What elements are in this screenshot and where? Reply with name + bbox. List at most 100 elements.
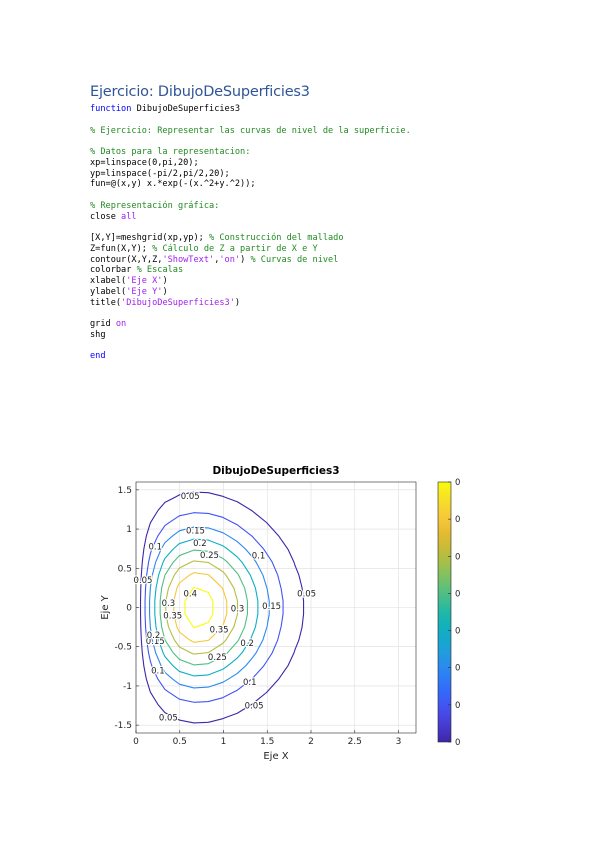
code-line: [X,Y]=meshgrid(xp,yp); % Construcción de… xyxy=(90,233,344,243)
x-axis-label: Eje X xyxy=(263,751,288,762)
code-token: on xyxy=(115,319,127,329)
code-token: 'Eje X' xyxy=(126,276,163,286)
code-line: close all xyxy=(90,212,137,222)
code-token: 'ShowText' xyxy=(162,254,215,265)
x-tick-label: 3 xyxy=(396,737,402,747)
code-token: grid xyxy=(90,319,116,329)
x-tick-label: 1.5 xyxy=(260,737,274,747)
y-axis-ticks: 1.5 1 0.5 0 -0.5 -1 -1.5 xyxy=(114,486,139,731)
contour-figure: 0.05 0.05 0.05 0.05 0.05 0.1 0.1 0.1 0.1 0.15 0.15… xyxy=(96,460,460,776)
x-tick-label: 1 xyxy=(221,737,227,747)
code-token: % Datos para la representacion: xyxy=(90,147,251,157)
code-line: Z=fun(X,Y); % Cálculo de Z a partir de X… xyxy=(90,244,318,254)
code-token: contour(X,Y,Z, xyxy=(90,254,163,265)
code-line: fun=@(x,y) x.*exp(-(x.^2+y.^2)); xyxy=(90,179,256,189)
x-tick-label: 2.5 xyxy=(348,737,362,747)
exercise-heading: Ejercicio: DibujoDeSuperficies3 xyxy=(90,84,310,100)
code-token: 'DibujoDeSuperficies3' xyxy=(121,297,235,308)
code-token: % Ejercicio: Representar las curvas de n… xyxy=(90,125,411,136)
code-line: end xyxy=(90,351,106,361)
code-token: % Curvas de nivel xyxy=(250,254,339,265)
colorbar-tick-label: 0.2 xyxy=(455,627,460,637)
chart-title: DibujoDeSuperficies3 xyxy=(212,465,339,477)
code-token: ) xyxy=(234,297,241,308)
code-token: fun=@(x,y) x.*exp(-(x.^2+y.^2)); xyxy=(90,179,256,190)
contour-plot: 0.05 0.05 0.05 0.05 0.05 0.1 0.1 0.1 0.1 0.15 0.15… xyxy=(100,465,460,762)
code-token: xp=linspace(0,pi,20); xyxy=(90,157,199,168)
code-token: Z=fun(X,Y); xyxy=(90,243,153,254)
code-listing: function DibujoDeSuperficies3 % Ejercici… xyxy=(90,104,411,362)
code-token: % Representación gráfica: xyxy=(90,200,220,211)
contour-label: 0.35 xyxy=(163,611,182,621)
code-token: % Construcción del mallado xyxy=(209,233,344,243)
code-token: close xyxy=(90,211,122,222)
contour-label: 0.1 xyxy=(148,542,162,552)
contour-label: 0.1 xyxy=(151,666,165,676)
code-line: % Datos para la representacion: xyxy=(90,147,250,157)
code-token: ) xyxy=(162,276,168,286)
code-token: function xyxy=(90,104,132,114)
contour-label: 0.05 xyxy=(159,713,178,723)
colorbar-tick-label: 0.05 xyxy=(455,738,460,748)
code-line: function DibujoDeSuperficies3 xyxy=(90,104,240,114)
contour-label: 0.1 xyxy=(243,678,257,688)
contour-label: 0.35 xyxy=(210,625,229,635)
y-tick-label: -1 xyxy=(123,682,132,692)
colorbar-tick-label: 0.35 xyxy=(455,515,460,525)
contour-label: 0.4 xyxy=(183,589,197,599)
contour-label: 0.25 xyxy=(200,551,219,561)
contour-label: 0.05 xyxy=(134,576,153,586)
contour-label: 0.2 xyxy=(240,639,254,649)
y-tick-label: 0.5 xyxy=(118,564,132,574)
code-line: title('DibujoDeSuperficies3') xyxy=(90,298,240,308)
colorbar-tick-label: 0.1 xyxy=(455,701,460,711)
y-tick-label: -0.5 xyxy=(114,643,132,653)
contour-label: 0.05 xyxy=(181,492,200,502)
x-tick-label: 0.5 xyxy=(173,737,187,747)
y-tick-label: 1 xyxy=(126,525,132,535)
contour-label: 0.15 xyxy=(262,602,281,612)
contour-label: 0.3 xyxy=(162,599,176,609)
y-axis-label: Eje Y xyxy=(100,594,111,619)
x-tick-label: 2 xyxy=(308,737,314,747)
contour-label: 0.2 xyxy=(193,539,207,549)
code-token: xlabel( xyxy=(90,276,127,286)
code-token: % Escalas xyxy=(136,265,184,276)
x-tick-label: 0 xyxy=(133,737,139,747)
y-tick-label: 1.5 xyxy=(118,486,132,496)
code-line: ylabel('Eje Y') xyxy=(90,287,168,297)
y-tick-label: 0 xyxy=(126,604,132,614)
code-line: contour(X,Y,Z,'ShowText','on') % Curvas … xyxy=(90,255,338,265)
code-line: % Representación gráfica: xyxy=(90,201,219,211)
code-token: 'on' xyxy=(219,254,241,265)
code-token: ) xyxy=(240,254,251,265)
code-line: xp=linspace(0,pi,20); xyxy=(90,158,199,168)
code-token: ylabel( xyxy=(90,286,127,297)
code-line: grid on xyxy=(90,319,126,329)
code-line: colorbar % Escalas xyxy=(90,265,183,275)
contour-label: 0.05 xyxy=(297,589,316,599)
code-token: DibujoDeSuperficies3 xyxy=(131,104,241,114)
colorbar xyxy=(437,481,452,743)
contour-label: 0.25 xyxy=(208,653,227,663)
code-line: shg xyxy=(90,330,106,340)
code-token: colorbar xyxy=(90,265,137,276)
colorbar-tick-label: 0.4 xyxy=(455,478,460,488)
code-token: all xyxy=(121,211,137,222)
code-line: yp=linspace(-pi/2,pi/2,20); xyxy=(90,169,230,179)
contour-label: 0.05 xyxy=(245,702,264,712)
x-axis-ticks: 0 0.5 1 1.5 2 2.5 3 xyxy=(133,730,401,747)
contour-label: 0.1 xyxy=(252,552,266,562)
code-token: ) xyxy=(162,286,168,297)
code-line: % Ejercicio: Representar las curvas de n… xyxy=(90,126,411,136)
contour-label: 0.3 xyxy=(231,604,245,614)
colorbar-tick-label: 0.25 xyxy=(455,589,460,599)
code-token: 'Eje Y' xyxy=(126,286,163,297)
code-token: shg xyxy=(90,329,106,340)
code-token: yp=linspace(-pi/2,pi/2,20); xyxy=(90,168,230,179)
colorbar-tick-label: 0.3 xyxy=(455,552,460,562)
contour-label: 0.2 xyxy=(147,631,161,641)
code-line: xlabel('Eje X') xyxy=(90,276,168,286)
contour-label: 0.15 xyxy=(186,527,205,537)
code-token: end xyxy=(90,351,106,362)
